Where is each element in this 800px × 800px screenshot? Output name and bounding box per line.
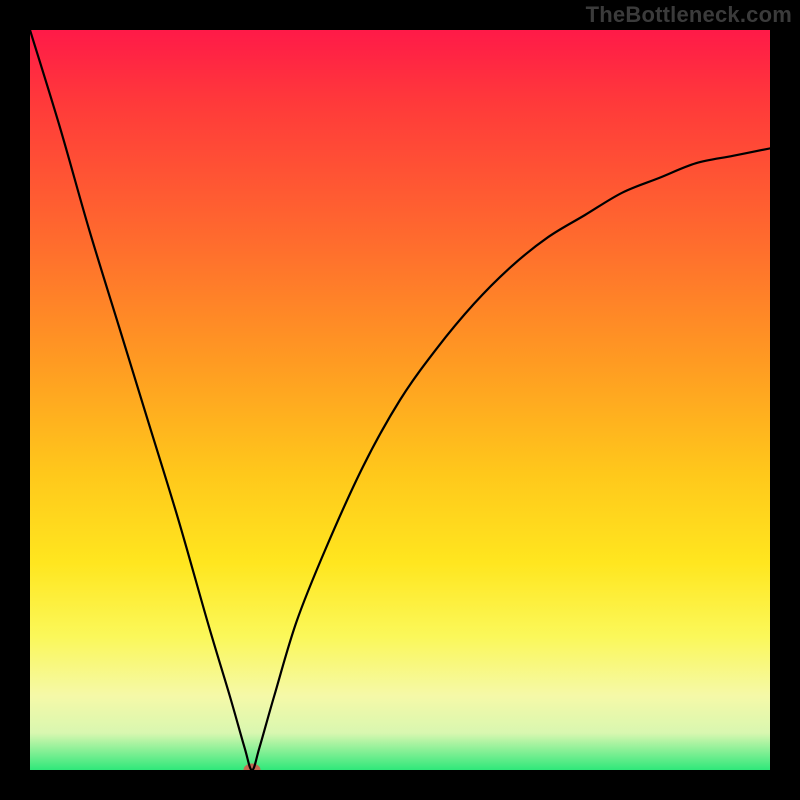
curve-path xyxy=(30,30,770,770)
watermark-text: TheBottleneck.com xyxy=(586,2,792,28)
chart-container: TheBottleneck.com xyxy=(0,0,800,800)
bottleneck-curve xyxy=(30,30,770,770)
plot-area xyxy=(30,30,770,770)
